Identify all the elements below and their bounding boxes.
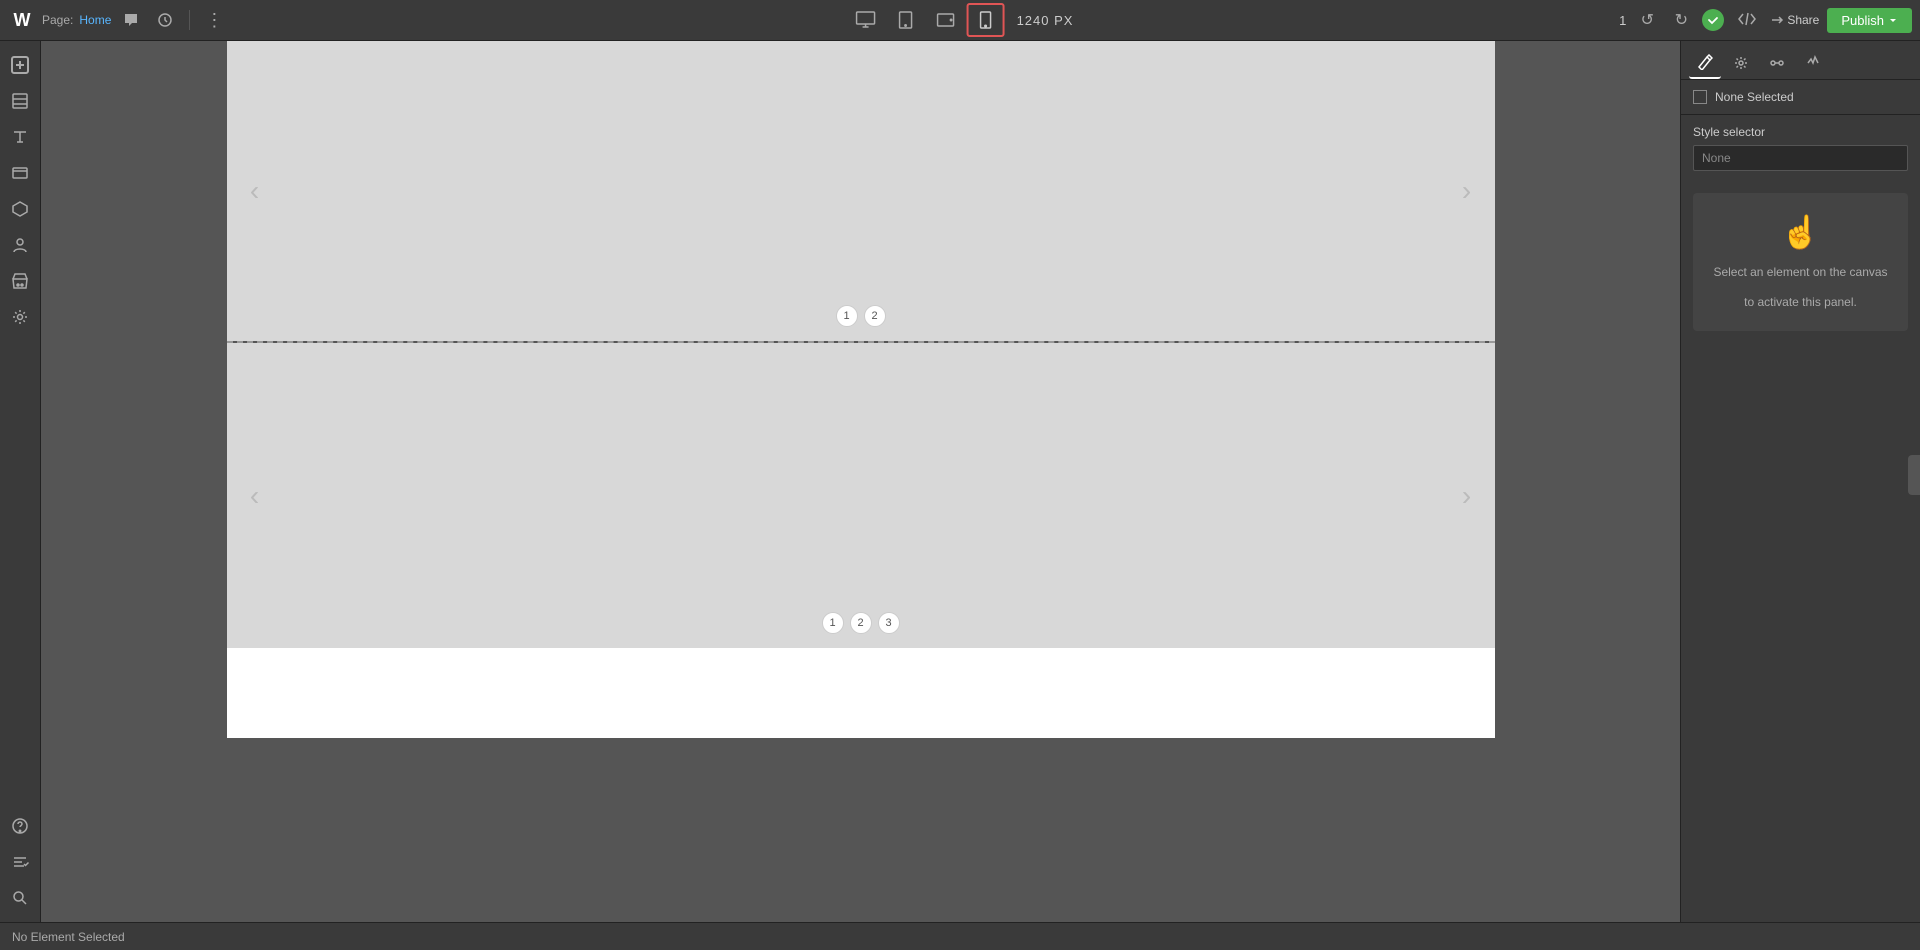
sidebar-item-search[interactable] [4, 882, 36, 914]
section1-prev-arrow[interactable]: ‹ [235, 171, 275, 211]
sidebar-item-text[interactable] [4, 121, 36, 153]
sidebar-item-tasks[interactable] [4, 846, 36, 878]
canvas-wrapper: ‹ › 1 2 ‹ › 1 2 3 [227, 41, 1495, 738]
main-area: ‹ › 1 2 ‹ › 1 2 3 [0, 41, 1920, 922]
more-options-icon[interactable]: ⋮ [200, 6, 228, 34]
page-number: 1 [1619, 13, 1626, 28]
sidebar-item-add[interactable] [4, 49, 36, 81]
redo-button[interactable]: ↻ [1668, 7, 1694, 33]
topbar: W Page: Home ⋮ 1240 PX 1 ↺ ↻ [0, 0, 1920, 41]
topbar-right: 1 ↺ ↻ Share Publish [1619, 7, 1912, 33]
sidebar-item-settings[interactable] [4, 301, 36, 333]
canvas-section-1: ‹ › 1 2 [227, 41, 1495, 341]
section2-dot-1[interactable]: 1 [822, 612, 844, 634]
none-selected-checkbox[interactable] [1693, 90, 1707, 104]
page-label: Page: [42, 13, 73, 27]
sidebar-item-media[interactable] [4, 157, 36, 189]
share-label: Share [1787, 13, 1819, 27]
panel-collapse-tab[interactable] [1908, 455, 1920, 495]
comment-icon[interactable] [117, 6, 145, 34]
section1-dot-2[interactable]: 2 [864, 305, 886, 327]
hint-text-line2: to activate this panel. [1744, 293, 1857, 311]
canvas-section-white [227, 648, 1495, 738]
sidebar-item-store[interactable] [4, 265, 36, 297]
section2-dot-2[interactable]: 2 [850, 612, 872, 634]
sync-status-icon [1702, 9, 1724, 31]
status-text: No Element Selected [12, 930, 125, 944]
panel-tab-interaction[interactable] [1761, 47, 1793, 79]
history-icon[interactable] [151, 6, 179, 34]
panel-canvas-hint: ☝️ Select an element on the canvas to ac… [1693, 193, 1908, 331]
right-panel: None Selected Style selector None ☝️ Sel… [1680, 41, 1920, 922]
view-toggles: 1240 PX [847, 3, 1074, 37]
panel-tab-animate[interactable] [1797, 47, 1829, 79]
undo-button[interactable]: ↺ [1634, 7, 1660, 33]
section1-dot-1[interactable]: 1 [836, 305, 858, 327]
section2-dot-3[interactable]: 3 [878, 612, 900, 634]
canvas-area[interactable]: ‹ › 1 2 ‹ › 1 2 3 [41, 41, 1680, 922]
topbar-separator [189, 10, 190, 30]
publish-button[interactable]: Publish [1827, 8, 1912, 33]
page-name[interactable]: Home [79, 13, 111, 27]
style-selector-section: Style selector None [1681, 115, 1920, 181]
sidebar-item-components[interactable] [4, 193, 36, 225]
style-selector-label: Style selector [1693, 125, 1908, 139]
section2-prev-arrow[interactable]: ‹ [235, 476, 275, 516]
none-selected-label: None Selected [1715, 90, 1794, 104]
panel-tab-settings[interactable] [1725, 47, 1757, 79]
app-logo[interactable]: W [8, 10, 36, 31]
section1-slide-dots: 1 2 [836, 305, 886, 327]
hint-icon: ☝️ [1781, 213, 1821, 251]
view-mobile-btn[interactable] [967, 3, 1005, 37]
none-selected-row: None Selected [1681, 80, 1920, 115]
sidebar-item-help[interactable] [4, 810, 36, 842]
sidebar-item-layers[interactable] [4, 85, 36, 117]
view-tablet2-btn[interactable] [927, 3, 965, 37]
hint-text-line1: Select an element on the canvas [1713, 263, 1887, 281]
left-sidebar [0, 41, 41, 922]
section2-next-arrow[interactable]: › [1447, 476, 1487, 516]
style-selector-dropdown[interactable]: None [1693, 145, 1908, 171]
panel-tab-style[interactable] [1689, 47, 1721, 79]
canvas-section-2: ‹ › 1 2 3 [227, 343, 1495, 648]
section2-slide-dots: 1 2 3 [822, 612, 900, 634]
sidebar-item-people[interactable] [4, 229, 36, 261]
panel-tabs [1681, 41, 1920, 80]
view-desktop-btn[interactable] [847, 3, 885, 37]
code-editor-button[interactable] [1732, 9, 1762, 32]
publish-label: Publish [1841, 13, 1884, 28]
view-tablet-btn[interactable] [887, 3, 925, 37]
px-display: 1240 PX [1017, 13, 1074, 28]
share-button[interactable]: Share [1770, 13, 1819, 27]
statusbar: No Element Selected [0, 922, 1920, 950]
section1-next-arrow[interactable]: › [1447, 171, 1487, 211]
